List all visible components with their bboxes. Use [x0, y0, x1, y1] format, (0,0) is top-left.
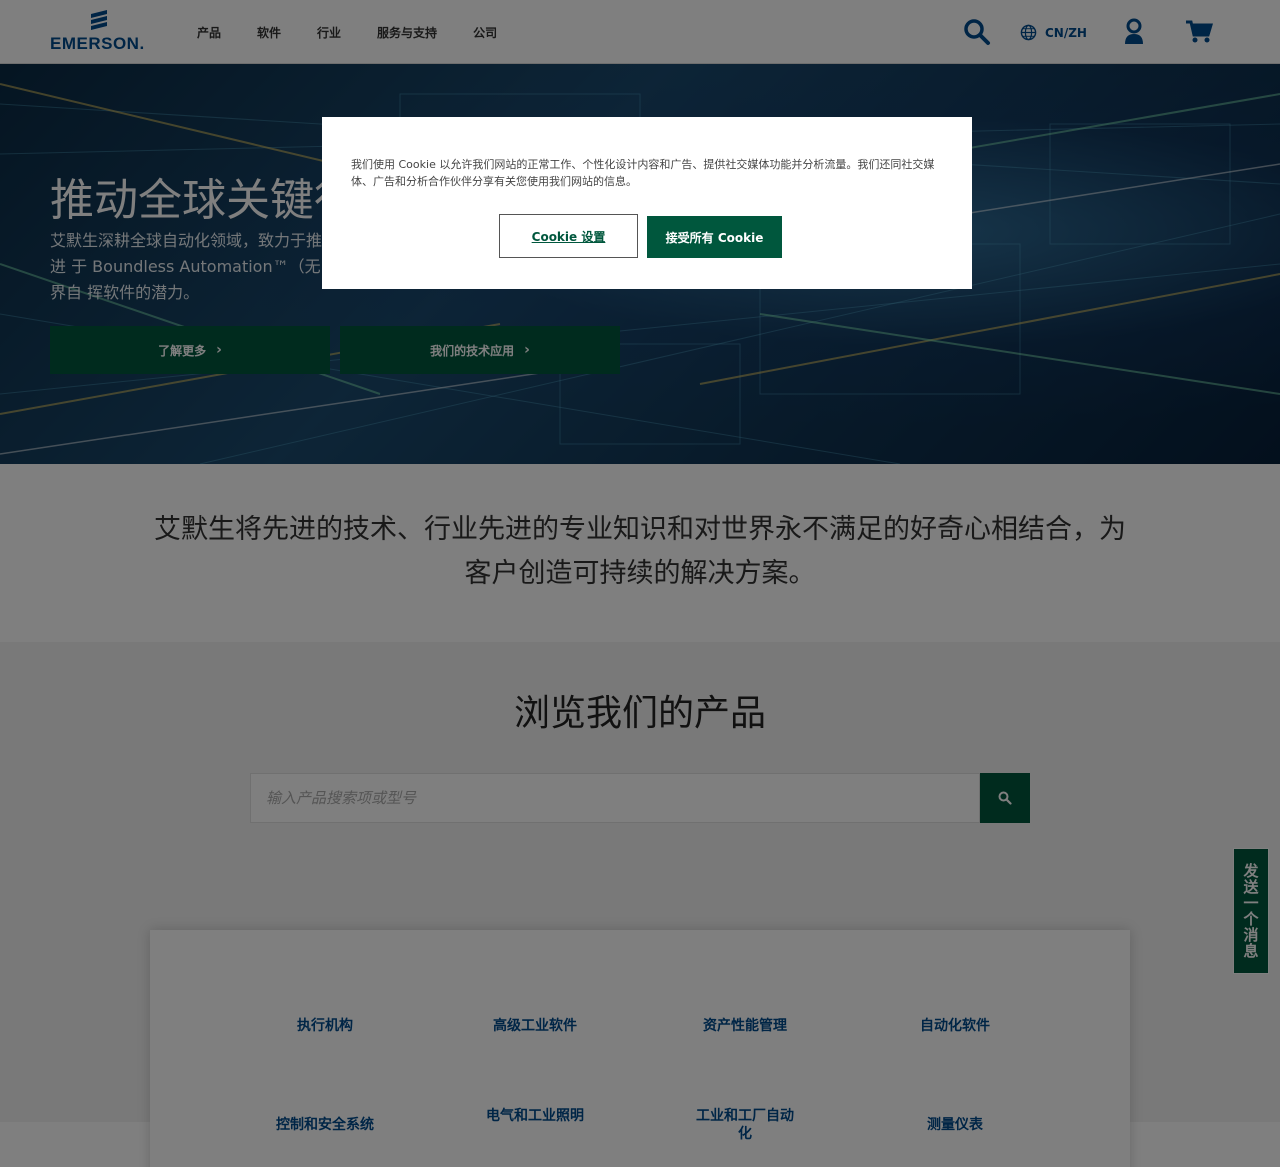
- cookie-consent-text: 我们使用 Cookie 以允许我们网站的正常工作、个性化设计内容和广告、提供社交…: [351, 158, 935, 188]
- cookie-consent-dialog: 我们使用 Cookie 以允许我们网站的正常工作、个性化设计内容和广告、提供社交…: [322, 117, 972, 289]
- accept-all-cookies-button[interactable]: 接受所有 Cookie: [647, 216, 782, 258]
- cookie-settings-button[interactable]: Cookie 设置: [499, 214, 638, 258]
